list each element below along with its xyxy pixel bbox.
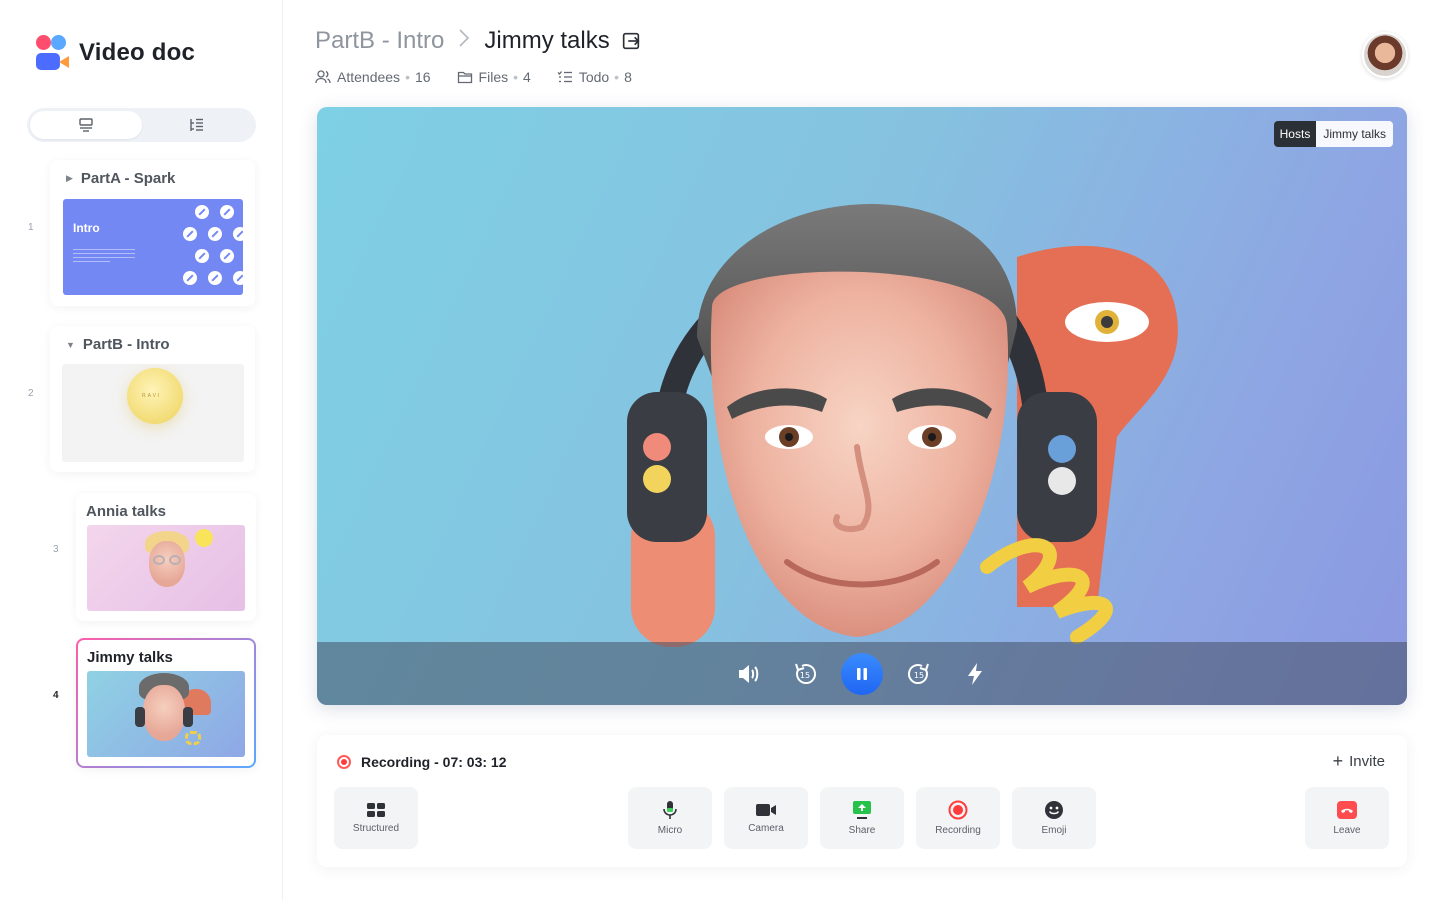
separator-dot: • [513,69,519,85]
recording-button[interactable]: Recording [916,787,1000,849]
slide-thumbnail [87,671,245,757]
breadcrumb-parent[interactable]: PartB - Intro [315,27,444,55]
structured-button[interactable]: Structured [334,787,418,849]
video-stage[interactable]: Hosts Jimmy talks 15 15 [317,107,1407,705]
slide-number: 2 [28,388,34,399]
tool-label: Leave [1333,825,1361,836]
section-title: ▼ PartB - Intro [66,336,170,353]
plus-icon: + [1332,751,1344,771]
speaker-tag: Hosts Jimmy talks [1273,121,1393,147]
rewind-button[interactable]: 15 [785,654,825,694]
forward-15-icon: 15 [908,663,929,684]
tool-label: Share [848,825,876,836]
share-button[interactable]: Share [820,787,904,849]
slide-title: Jimmy talks [87,649,173,666]
speed-button[interactable] [955,654,995,694]
slide-number: 4 [53,690,59,701]
invite-button[interactable]: + Invite [1333,752,1385,770]
folder-icon [457,71,472,84]
speaker-video-illustration [627,204,1178,647]
emoji-button[interactable]: Emoji [1012,787,1096,849]
camera-button[interactable]: Camera [724,787,808,849]
section-title: ▶ PartA - Spark [66,170,176,187]
hang-up-icon [1337,801,1357,819]
playback-controls: 15 15 [317,642,1407,705]
caret-down-icon[interactable]: ▼ [66,340,75,350]
emoji-icon [1045,801,1063,819]
tool-label: Camera [748,823,784,834]
slide-thumbnail: Intro [63,199,243,295]
record-icon [948,800,968,820]
slides-view-button[interactable] [30,111,142,139]
grid-icon [367,803,385,817]
attendees-link[interactable]: Attendees • 16 [315,69,431,85]
leave-button[interactable]: Leave [1305,787,1389,849]
attendees-count: 16 [414,69,431,85]
todo-link[interactable]: Todo • 8 [557,69,632,85]
exit-icon[interactable] [620,30,642,52]
users-icon [315,70,331,84]
app-logo[interactable]: Video doc [35,34,195,72]
todo-label: Todo [578,69,610,85]
thumbnail-title: Intro [73,221,100,235]
slide-number: 3 [53,544,59,555]
attendees-label: Attendees [337,69,401,85]
tool-label: Structured [352,823,400,834]
outline-view-icon [190,118,204,131]
micro-button[interactable]: Micro [628,787,712,849]
pause-icon [857,667,867,680]
separator-dot: • [614,69,620,85]
volume-icon [739,664,759,683]
files-count: 4 [523,69,531,85]
separator-dot: • [405,69,410,85]
speaker-name: Jimmy talks [1316,121,1393,147]
lightning-icon [968,662,982,685]
files-label: Files [478,69,509,85]
tool-label: Emoji [1041,825,1067,836]
page-meta: Attendees • 16 Files • 4 Todo • 8 [315,69,658,85]
svg-text:15: 15 [800,671,810,680]
camera-icon [756,804,776,816]
slide-title: Annia talks [86,503,167,520]
sidebar: Video doc 1 ▶ PartA - Spark Intro 2 ▼ Pa… [0,0,283,900]
outline-view-button[interactable] [142,111,254,139]
slide-card-jimmy[interactable]: Jimmy talks [76,638,256,768]
invite-label: Invite [1349,752,1385,770]
slide-number: 1 [28,222,34,233]
tool-label: Micro [657,825,683,836]
slide-card-annia[interactable]: Annia talks [76,493,256,621]
rewind-15-icon: 15 [795,663,816,684]
forward-button[interactable]: 15 [899,654,939,694]
meeting-control-panel: Recording - 07: 03: 12 + Invite Structur… [317,735,1407,867]
microphone-icon [663,801,677,819]
volume-button[interactable] [729,654,769,694]
checklist-icon [557,71,572,83]
slide-card-parta[interactable]: ▶ PartA - Spark Intro [50,160,255,306]
svg-text:15: 15 [914,671,924,680]
chevron-right-icon [458,28,470,54]
pause-button[interactable] [841,652,883,695]
logo-icon [35,34,71,72]
recording-timer: Recording - 07: 03: 12 [361,754,507,770]
role-badge: Hosts [1273,121,1317,147]
thumbnail-title: RAVI [142,393,162,399]
app-name: Video doc [79,39,196,66]
tool-label: Recording [935,825,981,836]
slide-thumbnail [87,525,245,611]
share-screen-icon [853,801,871,819]
files-link[interactable]: Files • 4 [457,69,531,85]
todo-count: 8 [624,69,632,85]
recording-status: Recording - 07: 03: 12 [337,754,507,770]
page-title: Jimmy talks [484,27,610,54]
slide-card-partb[interactable]: ▼ PartB - Intro RAVI [50,326,255,472]
user-avatar[interactable] [1362,32,1408,78]
recording-indicator-icon [337,755,351,769]
caret-right-icon[interactable]: ▶ [66,173,73,184]
slide-thumbnail: RAVI [62,364,244,462]
view-toggle [27,108,256,142]
breadcrumb: PartB - Intro Jimmy talks [315,27,642,55]
slides-view-icon [79,118,93,132]
